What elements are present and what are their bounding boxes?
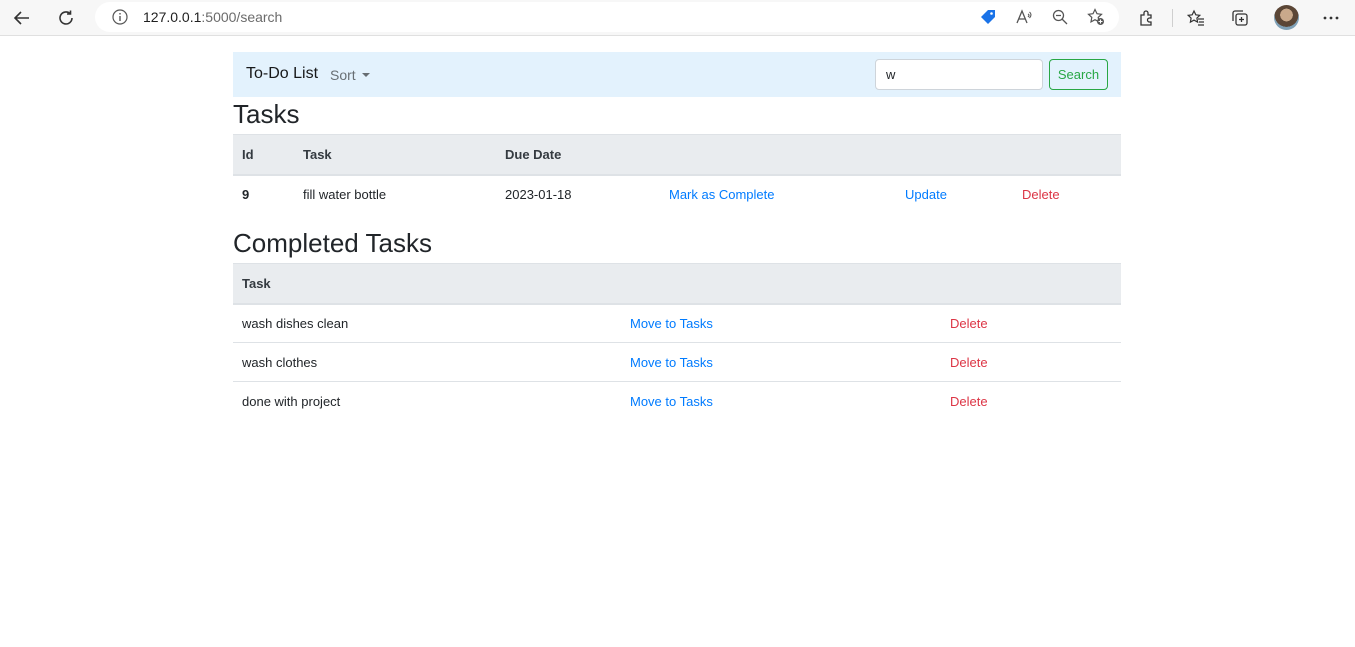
- navbar: To-Do List Sort Search: [233, 52, 1121, 97]
- move-cell: Move to Tasks: [621, 303, 941, 343]
- refresh-icon[interactable]: [52, 4, 80, 32]
- column-header-due-date: Due Date: [496, 134, 660, 176]
- update-cell: Update: [896, 175, 1013, 214]
- completed-task-name: done with project: [242, 393, 341, 409]
- delete-cell: Delete: [1013, 175, 1121, 214]
- sort-dropdown[interactable]: Sort: [330, 67, 370, 83]
- table-row: wash dishes clean Move to Tasks Delete: [233, 303, 1121, 343]
- completed-tasks-heading: Completed Tasks: [233, 228, 432, 258]
- table-row: done with project Move to Tasks Delete: [233, 382, 1121, 421]
- url-path: :5000/search: [201, 9, 283, 25]
- tasks-heading: Tasks: [233, 99, 300, 129]
- mark-complete-cell: Mark as Complete: [660, 175, 896, 214]
- task-name: fill water bottle: [303, 187, 387, 202]
- back-arrow-icon[interactable]: [8, 4, 36, 32]
- tasks-table: Id Task Due Date 9 fill water bottle 202…: [233, 134, 1121, 214]
- app-container: To-Do List Sort Search Tasks Id Task Due…: [233, 52, 1121, 409]
- move-cell: Move to Tasks: [621, 382, 941, 421]
- more-menu-icon[interactable]: [1317, 4, 1345, 32]
- coupon-tag-icon[interactable]: [977, 6, 999, 28]
- favorites-icon[interactable]: [1182, 4, 1210, 32]
- column-header-empty: [660, 134, 896, 176]
- collections-icon[interactable]: [1226, 4, 1254, 32]
- column-header-id: Id: [233, 134, 294, 176]
- read-aloud-icon[interactable]: [1013, 6, 1035, 28]
- browser-toolbar: 127.0.0.1:5000/search: [0, 0, 1355, 36]
- extensions-icon[interactable]: [1133, 4, 1161, 32]
- url-host: 127.0.0.1: [143, 9, 202, 25]
- delete-link[interactable]: Delete: [950, 394, 988, 409]
- completed-task-name: wash dishes clean: [233, 303, 621, 343]
- delete-cell: Delete: [941, 342, 1121, 382]
- move-to-tasks-link[interactable]: Move to Tasks: [630, 355, 713, 370]
- mark-complete-link[interactable]: Mark as Complete: [669, 187, 774, 202]
- profile-avatar[interactable]: [1274, 5, 1299, 30]
- move-to-tasks-link[interactable]: Move to Tasks: [630, 394, 713, 409]
- navbar-brand[interactable]: To-Do List: [246, 65, 318, 83]
- column-header-empty: [621, 263, 941, 305]
- column-header-task: Task: [233, 263, 621, 305]
- search-button[interactable]: Search: [1049, 59, 1108, 90]
- column-header-empty: [1013, 134, 1121, 176]
- delete-link[interactable]: Delete: [1022, 187, 1060, 202]
- task-id: 9: [242, 187, 250, 202]
- zoom-out-icon[interactable]: [1049, 6, 1071, 28]
- add-favorite-icon[interactable]: [1085, 6, 1107, 28]
- address-bar[interactable]: 127.0.0.1:5000/search: [95, 2, 1119, 32]
- column-header-empty: [896, 134, 1013, 176]
- toolbar-divider: [1172, 9, 1173, 27]
- delete-cell: Delete: [941, 382, 1121, 421]
- info-icon[interactable]: [111, 8, 129, 26]
- search-input[interactable]: [875, 59, 1043, 90]
- sort-label: Sort: [330, 67, 356, 83]
- delete-cell: Delete: [941, 303, 1121, 343]
- completed-task-name: wash clothes: [233, 342, 621, 382]
- column-header-task: Task: [294, 134, 496, 176]
- delete-link[interactable]: Delete: [950, 355, 988, 370]
- move-cell: Move to Tasks: [621, 342, 941, 382]
- column-header-empty: [941, 263, 1121, 305]
- table-row: wash clothes Move to Tasks Delete: [233, 342, 1121, 382]
- completed-tasks-table: Task wash dishes clean Move to Tasks Del…: [233, 263, 1121, 421]
- caret-down-icon: [361, 73, 370, 77]
- task-due-date: 2023-01-18: [505, 187, 572, 202]
- update-link[interactable]: Update: [905, 187, 947, 202]
- delete-link[interactable]: Delete: [950, 316, 988, 331]
- completed-table-header: Task: [233, 263, 1121, 305]
- table-row: 9 fill water bottle 2023-01-18 Mark as C…: [233, 175, 1121, 214]
- tasks-table-header: Id Task Due Date: [233, 134, 1121, 176]
- move-to-tasks-link[interactable]: Move to Tasks: [630, 316, 713, 331]
- url-text[interactable]: 127.0.0.1:5000/search: [143, 9, 282, 25]
